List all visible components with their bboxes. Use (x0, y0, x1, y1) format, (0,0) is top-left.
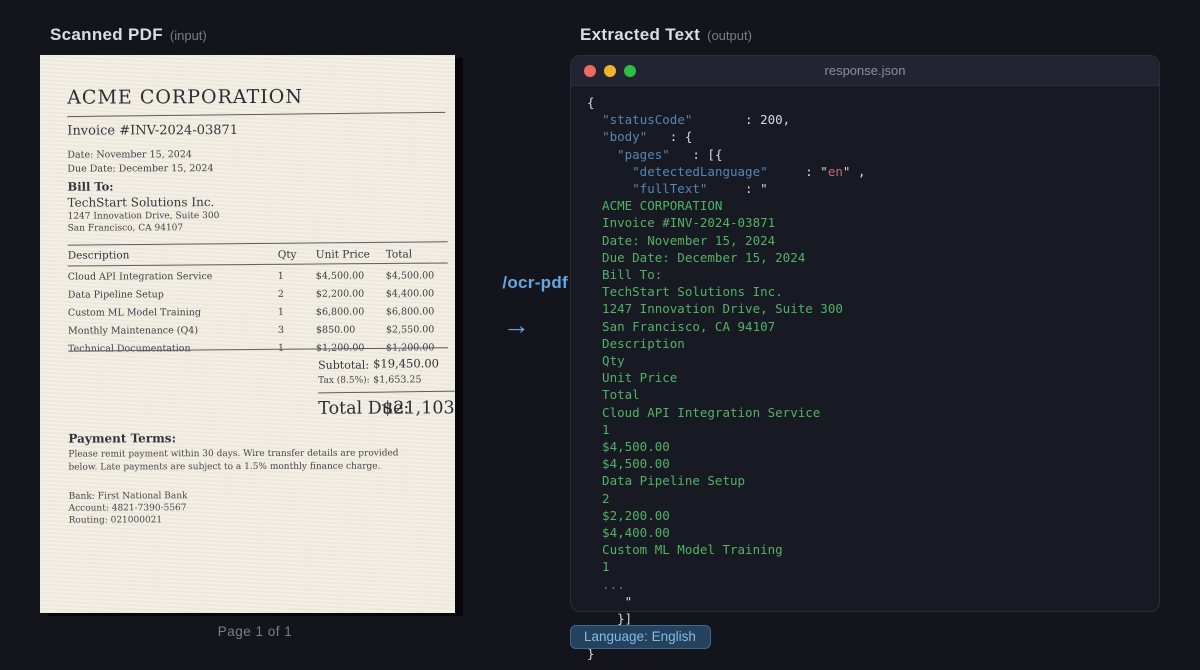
bill-to-name: TechStart Solutions Inc. (68, 195, 215, 210)
total-due-value: $21,103.25 (382, 398, 455, 418)
table-row: Monthly Maintenance (Q4)3$850.00$2,550.0… (68, 320, 450, 339)
table-cell: $850.00 (316, 321, 386, 339)
code-line: $4,500.00 (587, 438, 865, 455)
code-line: { (587, 94, 865, 111)
bill-to-address-line1: 1247 Innovation Drive, Suite 300 (68, 211, 220, 222)
code-content: { "statusCode" : 200, "body" : { "pages"… (587, 94, 865, 662)
code-line: San Francisco, CA 94107 (587, 318, 865, 335)
divider (68, 241, 448, 245)
code-line: $4,400.00 (587, 524, 865, 541)
divider (318, 391, 455, 394)
code-line: "fullText" : " (587, 180, 865, 197)
table-cell: 1 (278, 267, 316, 285)
code-line: Cloud API Integration Service (587, 404, 865, 421)
table-cell: 3 (278, 321, 316, 339)
code-line: ... (587, 576, 865, 593)
page-indicator: Page 1 of 1 (40, 624, 470, 639)
code-line: Qty (587, 352, 865, 369)
code-line: 1247 Innovation Drive, Suite 300 (587, 300, 865, 317)
window-title: response.json (571, 63, 1159, 78)
invoice-company-name: ACME CORPORATION (67, 86, 303, 109)
table-cell: $2,550.00 (386, 320, 450, 338)
bill-to-label: Bill To: (67, 179, 113, 193)
payment-terms-label: Payment Terms: (68, 431, 176, 445)
table-cell: $4,400.00 (386, 284, 450, 302)
bill-to-address-line2: San Francisco, CA 94107 (68, 223, 184, 233)
invoice-number: Invoice #INV-2024-03871 (67, 123, 238, 139)
language-badge: Language: English (570, 625, 711, 649)
table-cell: $4,500.00 (386, 266, 450, 284)
code-line: ACME CORPORATION (587, 197, 865, 214)
window-titlebar: response.json (571, 56, 1159, 86)
invoice-due-date: Due Date: December 15, 2024 (67, 163, 213, 175)
subtotal-value: $19,450.00 (373, 356, 439, 370)
code-line: Custom ML Model Training (587, 541, 865, 558)
right-arrow-icon: → (503, 310, 530, 341)
code-line: Total (587, 386, 865, 403)
code-line: Invoice #INV-2024-03871 (587, 214, 865, 231)
subtotal-label: Subtotal: (318, 359, 369, 372)
table-cell: 2 (278, 285, 316, 303)
invoice-table-body: Cloud API Integration Service1$4,500.00$… (68, 266, 450, 357)
right-panel-title: Extracted Text (580, 25, 700, 44)
code-line: Bill To: (587, 266, 865, 283)
left-panel-subtitle: (input) (170, 28, 207, 43)
code-line: Due Date: December 15, 2024 (587, 249, 865, 266)
bank-routing: Routing: 021000021 (69, 515, 163, 525)
code-line: Unit Price (587, 369, 865, 386)
table-row: Custom ML Model Training1$6,800.00$6,800… (68, 302, 450, 321)
code-line: Description (587, 335, 865, 352)
code-line: "statusCode" : 200, (587, 111, 865, 128)
left-panel-title: Scanned PDF (50, 25, 163, 44)
code-line: $4,500.00 (587, 455, 865, 472)
table-cell: 1 (278, 303, 316, 321)
code-line: $2,200.00 (587, 507, 865, 524)
code-line: "detectedLanguage" : "en" , (587, 163, 865, 180)
bank-name: Bank: First National Bank (69, 491, 188, 501)
table-cell: Monthly Maintenance (Q4) (68, 321, 278, 340)
code-line: "pages" : [{ (587, 146, 865, 163)
code-line: 1 (587, 558, 865, 575)
table-cell: $6,800.00 (386, 302, 450, 320)
right-panel-heading: Extracted Text (output) (580, 25, 752, 45)
code-line: "body" : { (587, 128, 865, 145)
invoice-date: Date: November 15, 2024 (67, 149, 192, 160)
tax-value: $1,653.25 (373, 374, 421, 385)
table-cell: $6,800.00 (316, 303, 386, 321)
code-line: 1 (587, 421, 865, 438)
code-line: Data Pipeline Setup (587, 472, 865, 489)
bank-account: Account: 4821-7390-5567 (69, 503, 187, 513)
code-line: 2 (587, 490, 865, 507)
divider (67, 112, 445, 117)
table-cell: $4,500.00 (316, 267, 386, 285)
invoice-document: ACME CORPORATION Invoice #INV-2024-03871… (40, 55, 455, 613)
table-row: Data Pipeline Setup2$2,200.00$4,400.00 (68, 284, 450, 303)
left-panel-heading: Scanned PDF (input) (50, 25, 207, 45)
table-cell: Cloud API Integration Service (68, 267, 278, 286)
table-cell: $2,200.00 (316, 285, 386, 303)
table-row: Cloud API Integration Service1$4,500.00$… (68, 266, 450, 285)
scanned-pdf-page: ACME CORPORATION Invoice #INV-2024-03871… (40, 55, 455, 613)
table-cell: Data Pipeline Setup (68, 285, 278, 304)
table-cell: Custom ML Model Training (68, 303, 278, 322)
tax-label: Tax (8.5%): (318, 376, 370, 386)
right-panel-subtitle: (output) (707, 28, 752, 43)
payment-terms-body: Please remit payment within 30 days. Wir… (68, 447, 403, 474)
code-line: Date: November 15, 2024 (587, 232, 865, 249)
response-json-window: response.json { "statusCode" : 200, "bod… (570, 55, 1160, 612)
ocr-endpoint-label: /ocr-pdf (463, 273, 568, 293)
code-line: TechStart Solutions Inc. (587, 283, 865, 300)
code-line: " (587, 593, 865, 610)
